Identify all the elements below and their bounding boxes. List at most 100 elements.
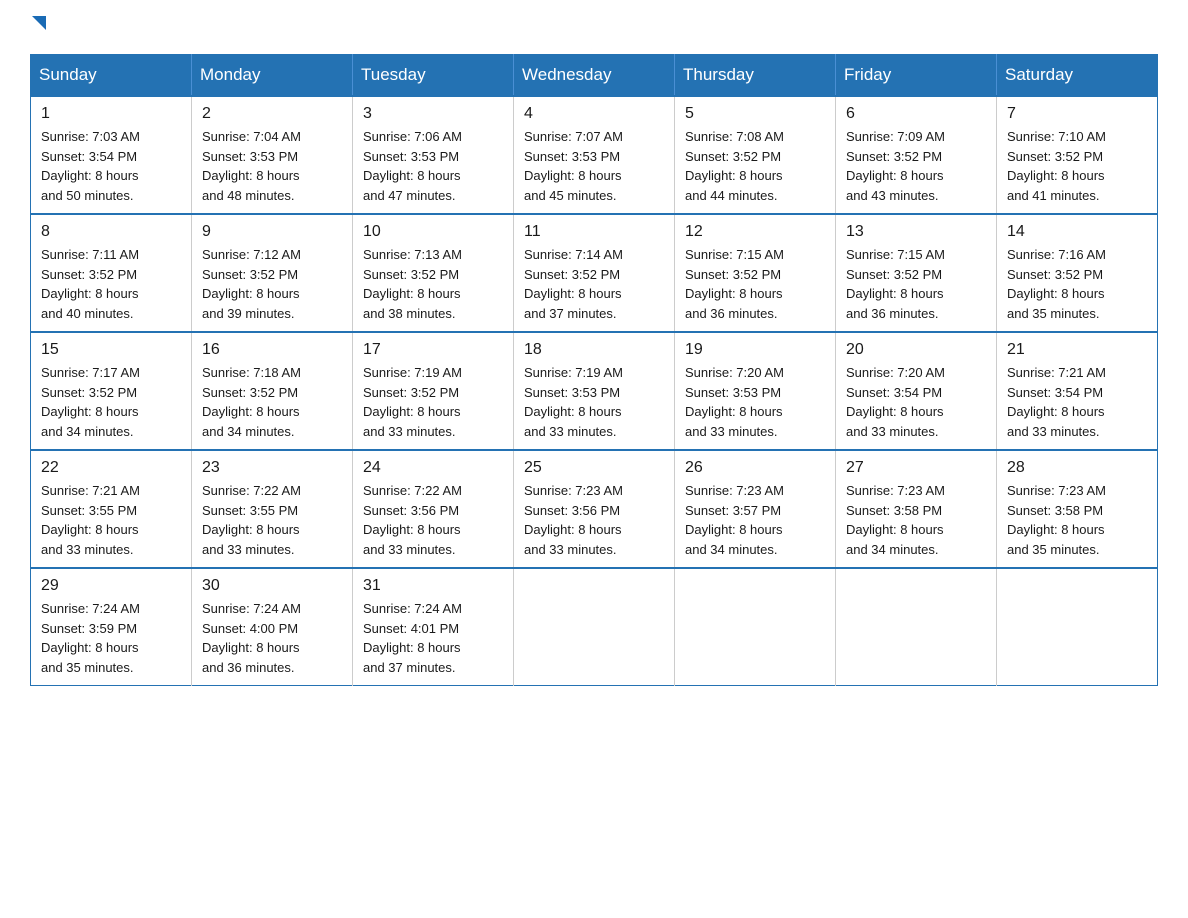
- day-info: Sunrise: 7:21 AMSunset: 3:55 PMDaylight:…: [41, 481, 181, 559]
- day-info: Sunrise: 7:03 AMSunset: 3:54 PMDaylight:…: [41, 127, 181, 205]
- calendar-cell: [997, 568, 1158, 686]
- calendar-week-row: 29 Sunrise: 7:24 AMSunset: 3:59 PMDayligh…: [31, 568, 1158, 686]
- calendar-week-row: 1 Sunrise: 7:03 AMSunset: 3:54 PMDaylight…: [31, 96, 1158, 214]
- day-info: Sunrise: 7:22 AMSunset: 3:56 PMDaylight:…: [363, 481, 503, 559]
- day-info: Sunrise: 7:16 AMSunset: 3:52 PMDaylight:…: [1007, 245, 1147, 323]
- day-info: Sunrise: 7:18 AMSunset: 3:52 PMDaylight:…: [202, 363, 342, 441]
- day-number: 24: [363, 459, 503, 477]
- calendar-header-row: SundayMondayTuesdayWednesdayThursdayFrid…: [31, 55, 1158, 97]
- day-info: Sunrise: 7:20 AMSunset: 3:53 PMDaylight:…: [685, 363, 825, 441]
- day-info: Sunrise: 7:04 AMSunset: 3:53 PMDaylight:…: [202, 127, 342, 205]
- calendar-cell: 24 Sunrise: 7:22 AMSunset: 3:56 PMDayligh…: [353, 450, 514, 568]
- calendar-cell: 29 Sunrise: 7:24 AMSunset: 3:59 PMDayligh…: [31, 568, 192, 686]
- day-number: 5: [685, 105, 825, 123]
- calendar-cell: 23 Sunrise: 7:22 AMSunset: 3:55 PMDayligh…: [192, 450, 353, 568]
- calendar-cell: 18 Sunrise: 7:19 AMSunset: 3:53 PMDayligh…: [514, 332, 675, 450]
- calendar-cell: 21Sunrise: 7:21 AMSunset: 3:54 PMDayligh…: [997, 332, 1158, 450]
- calendar-cell: 19 Sunrise: 7:20 AMSunset: 3:53 PMDayligh…: [675, 332, 836, 450]
- calendar-cell: 15 Sunrise: 7:17 AMSunset: 3:52 PMDayligh…: [31, 332, 192, 450]
- calendar-cell: 30 Sunrise: 7:24 AMSunset: 4:00 PMDayligh…: [192, 568, 353, 686]
- calendar-cell: 2 Sunrise: 7:04 AMSunset: 3:53 PMDaylight…: [192, 96, 353, 214]
- calendar-week-row: 15 Sunrise: 7:17 AMSunset: 3:52 PMDayligh…: [31, 332, 1158, 450]
- day-number: 25: [524, 459, 664, 477]
- day-info: Sunrise: 7:10 AMSunset: 3:52 PMDaylight:…: [1007, 127, 1147, 205]
- calendar-cell: 25 Sunrise: 7:23 AMSunset: 3:56 PMDayligh…: [514, 450, 675, 568]
- column-header-saturday: Saturday: [997, 55, 1158, 97]
- day-number: 2: [202, 105, 342, 123]
- day-number: 7: [1007, 105, 1147, 123]
- day-number: 3: [363, 105, 503, 123]
- day-info: Sunrise: 7:22 AMSunset: 3:55 PMDaylight:…: [202, 481, 342, 559]
- day-info: Sunrise: 7:12 AMSunset: 3:52 PMDaylight:…: [202, 245, 342, 323]
- day-number: 9: [202, 223, 342, 241]
- day-number: 16: [202, 341, 342, 359]
- day-number: 12: [685, 223, 825, 241]
- calendar-cell: 1 Sunrise: 7:03 AMSunset: 3:54 PMDaylight…: [31, 96, 192, 214]
- column-header-tuesday: Tuesday: [353, 55, 514, 97]
- logo-arrow-icon: [32, 16, 46, 30]
- day-number: 1: [41, 105, 181, 123]
- day-number: 18: [524, 341, 664, 359]
- column-header-friday: Friday: [836, 55, 997, 97]
- day-info: Sunrise: 7:23 AMSunset: 3:58 PMDaylight:…: [846, 481, 986, 559]
- day-info: Sunrise: 7:17 AMSunset: 3:52 PMDaylight:…: [41, 363, 181, 441]
- calendar-cell: 10Sunrise: 7:13 AMSunset: 3:52 PMDayligh…: [353, 214, 514, 332]
- day-info: Sunrise: 7:19 AMSunset: 3:52 PMDaylight:…: [363, 363, 503, 441]
- calendar-cell: 4 Sunrise: 7:07 AMSunset: 3:53 PMDaylight…: [514, 96, 675, 214]
- calendar-cell: 16 Sunrise: 7:18 AMSunset: 3:52 PMDayligh…: [192, 332, 353, 450]
- day-info: Sunrise: 7:23 AMSunset: 3:56 PMDaylight:…: [524, 481, 664, 559]
- logo: [30, 20, 46, 34]
- calendar-cell: 7 Sunrise: 7:10 AMSunset: 3:52 PMDaylight…: [997, 96, 1158, 214]
- calendar-table: SundayMondayTuesdayWednesdayThursdayFrid…: [30, 54, 1158, 686]
- calendar-cell: 26 Sunrise: 7:23 AMSunset: 3:57 PMDayligh…: [675, 450, 836, 568]
- day-number: 23: [202, 459, 342, 477]
- day-info: Sunrise: 7:09 AMSunset: 3:52 PMDaylight:…: [846, 127, 986, 205]
- calendar-cell: 6Sunrise: 7:09 AMSunset: 3:52 PMDaylight…: [836, 96, 997, 214]
- calendar-cell: 20Sunrise: 7:20 AMSunset: 3:54 PMDayligh…: [836, 332, 997, 450]
- calendar-cell: 5 Sunrise: 7:08 AMSunset: 3:52 PMDaylight…: [675, 96, 836, 214]
- day-info: Sunrise: 7:15 AMSunset: 3:52 PMDaylight:…: [846, 245, 986, 323]
- day-number: 22: [41, 459, 181, 477]
- column-header-wednesday: Wednesday: [514, 55, 675, 97]
- calendar-cell: 8Sunrise: 7:11 AMSunset: 3:52 PMDaylight…: [31, 214, 192, 332]
- calendar-cell: 31 Sunrise: 7:24 AMSunset: 4:01 PMDayligh…: [353, 568, 514, 686]
- day-info: Sunrise: 7:23 AMSunset: 3:58 PMDaylight:…: [1007, 481, 1147, 559]
- calendar-cell: [675, 568, 836, 686]
- day-info: Sunrise: 7:23 AMSunset: 3:57 PMDaylight:…: [685, 481, 825, 559]
- calendar-cell: 17 Sunrise: 7:19 AMSunset: 3:52 PMDayligh…: [353, 332, 514, 450]
- day-info: Sunrise: 7:07 AMSunset: 3:53 PMDaylight:…: [524, 127, 664, 205]
- day-info: Sunrise: 7:19 AMSunset: 3:53 PMDaylight:…: [524, 363, 664, 441]
- day-info: Sunrise: 7:21 AMSunset: 3:54 PMDaylight:…: [1007, 363, 1147, 441]
- day-info: Sunrise: 7:08 AMSunset: 3:52 PMDaylight:…: [685, 127, 825, 205]
- day-number: 10: [363, 223, 503, 241]
- day-info: Sunrise: 7:06 AMSunset: 3:53 PMDaylight:…: [363, 127, 503, 205]
- column-header-monday: Monday: [192, 55, 353, 97]
- calendar-cell: 13 Sunrise: 7:15 AMSunset: 3:52 PMDayligh…: [836, 214, 997, 332]
- day-info: Sunrise: 7:24 AMSunset: 4:01 PMDaylight:…: [363, 599, 503, 677]
- calendar-cell: 12Sunrise: 7:15 AMSunset: 3:52 PMDayligh…: [675, 214, 836, 332]
- calendar-week-row: 8Sunrise: 7:11 AMSunset: 3:52 PMDaylight…: [31, 214, 1158, 332]
- day-number: 14: [1007, 223, 1147, 241]
- day-info: Sunrise: 7:24 AMSunset: 3:59 PMDaylight:…: [41, 599, 181, 677]
- day-number: 13: [846, 223, 986, 241]
- calendar-cell: 3 Sunrise: 7:06 AMSunset: 3:53 PMDaylight…: [353, 96, 514, 214]
- calendar-cell: [836, 568, 997, 686]
- day-number: 17: [363, 341, 503, 359]
- day-number: 15: [41, 341, 181, 359]
- day-number: 29: [41, 577, 181, 595]
- day-number: 28: [1007, 459, 1147, 477]
- day-number: 26: [685, 459, 825, 477]
- day-number: 30: [202, 577, 342, 595]
- column-header-sunday: Sunday: [31, 55, 192, 97]
- day-info: Sunrise: 7:11 AMSunset: 3:52 PMDaylight:…: [41, 245, 181, 323]
- day-number: 31: [363, 577, 503, 595]
- day-number: 27: [846, 459, 986, 477]
- day-number: 19: [685, 341, 825, 359]
- day-number: 4: [524, 105, 664, 123]
- calendar-cell: 28 Sunrise: 7:23 AMSunset: 3:58 PMDayligh…: [997, 450, 1158, 568]
- calendar-cell: 14 Sunrise: 7:16 AMSunset: 3:52 PMDayligh…: [997, 214, 1158, 332]
- calendar-cell: 27 Sunrise: 7:23 AMSunset: 3:58 PMDayligh…: [836, 450, 997, 568]
- day-info: Sunrise: 7:24 AMSunset: 4:00 PMDaylight:…: [202, 599, 342, 677]
- day-number: 20: [846, 341, 986, 359]
- calendar-cell: 9 Sunrise: 7:12 AMSunset: 3:52 PMDaylight…: [192, 214, 353, 332]
